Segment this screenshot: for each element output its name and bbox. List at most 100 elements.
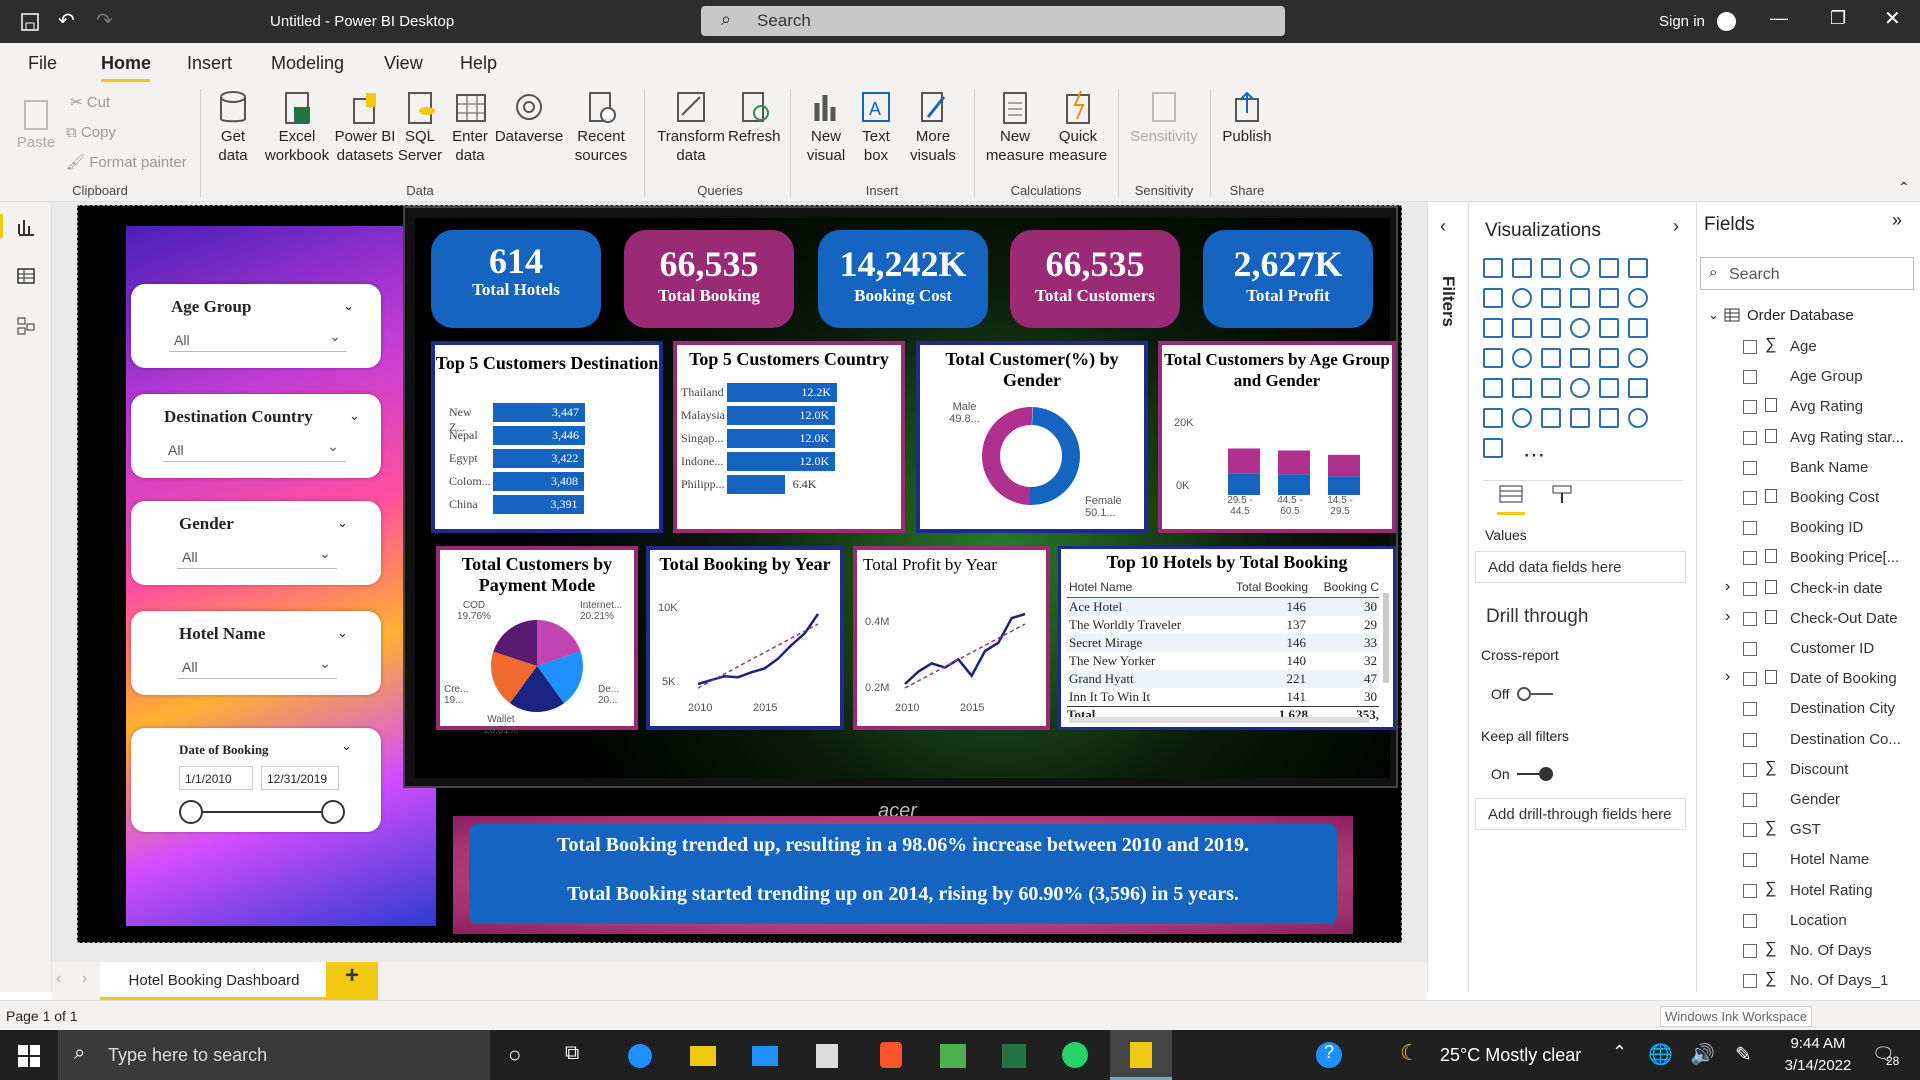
chevron-right-icon[interactable]: › [1725, 668, 1730, 686]
field-item[interactable]: Date of Booking [1790, 670, 1897, 687]
menu-modeling[interactable]: Modeling [271, 53, 344, 74]
field-item[interactable]: Age [1790, 338, 1817, 355]
hotel-name-dropdown[interactable]: All ⌄ [177, 655, 337, 679]
pie-icon[interactable] [1570, 318, 1590, 338]
field-checkbox[interactable] [1743, 853, 1757, 868]
field-checkbox[interactable] [1743, 400, 1757, 415]
page-tab-hotel-booking[interactable]: Hotel Booking Dashboard [100, 962, 328, 1000]
fields-search-input[interactable]: ⌕ Search [1700, 257, 1914, 290]
chart-top5-destination[interactable]: Top 5 Customers Destination New Z... 3,44… [431, 341, 663, 533]
app-icon[interactable] [940, 1044, 966, 1068]
date-of-booking-slicer[interactable]: Date of Booking ⌄ 1/1/2010 12/31/2019 [131, 728, 381, 832]
chart-payment-mode[interactable]: Total Customers by Payment Mode COD 19.7… [436, 546, 638, 736]
bar-segment[interactable] [1328, 454, 1360, 477]
chevron-right-icon[interactable]: › [1725, 608, 1730, 626]
field-item[interactable]: No. Of Days [1790, 942, 1872, 959]
field-checkbox[interactable] [1743, 732, 1757, 747]
field-checkbox[interactable] [1743, 913, 1757, 928]
paginated-icon[interactable] [1570, 408, 1590, 428]
column-header[interactable]: Total Booking [1216, 577, 1308, 598]
destination-country-slicer[interactable]: Destination Country ⌄ All ⌄ [131, 394, 381, 478]
get-data-button[interactable]: Get data [208, 83, 258, 165]
cross-report-toggle[interactable] [1517, 685, 1553, 703]
bar[interactable]: 12.0K [727, 452, 836, 471]
taskbar-search-box[interactable]: ⌕ Type here to search [58, 1030, 490, 1080]
field-item[interactable]: Gender [1790, 791, 1840, 808]
end-date-input[interactable]: 12/31/2019 [261, 766, 339, 790]
python-visual-icon[interactable] [1599, 378, 1619, 398]
start-slider-handle[interactable] [179, 800, 203, 824]
menu-help[interactable]: Help [460, 53, 497, 74]
chevron-right-icon[interactable]: › [82, 970, 87, 988]
chevron-right-icon[interactable]: › [1673, 216, 1679, 237]
field-item[interactable]: Hotel Name [1790, 851, 1869, 868]
field-item[interactable]: Booking Cost [1790, 489, 1879, 506]
menu-view[interactable]: View [384, 53, 423, 74]
format-paint-icon[interactable] [1549, 480, 1577, 508]
vertical-scrollbar[interactable] [1383, 593, 1389, 683]
age-group-slicer[interactable]: Age Group ⌄ All ⌄ [131, 284, 381, 368]
chart-age-group-gender[interactable]: Total Customers by Age Group and Gender … [1158, 341, 1396, 533]
bar[interactable]: 3,446 [493, 426, 585, 445]
quick-measure-button[interactable]: Quick measure [1046, 83, 1110, 165]
collapse-ribbon-icon[interactable]: ⌃ [1898, 179, 1910, 196]
field-item[interactable]: Booking Price[... [1790, 549, 1899, 566]
more-options-icon[interactable]: ⋯ [1523, 442, 1545, 468]
report-page[interactable]: Age Group ⌄ All ⌄ Destination Country ⌄ A… [77, 205, 1402, 943]
close-icon[interactable]: ✕ [1884, 6, 1901, 31]
field-item[interactable]: Check-in date [1790, 580, 1883, 597]
stacked-column-icon[interactable] [1512, 258, 1532, 278]
cut-button[interactable]: ✂ Cut [70, 93, 110, 112]
map-icon[interactable] [1483, 348, 1503, 368]
menu-insert[interactable]: Insert [187, 53, 232, 74]
column-header[interactable]: Hotel Name [1067, 577, 1216, 598]
field-checkbox[interactable] [1743, 944, 1757, 958]
network-icon[interactable]: 🌐 [1648, 1042, 1673, 1067]
more-visuals-button[interactable]: More visuals [902, 83, 964, 165]
narrative-icon[interactable] [1541, 408, 1561, 428]
slicer-icon[interactable] [1483, 378, 1503, 398]
field-item[interactable]: Customer ID [1790, 640, 1874, 657]
menu-home[interactable]: Home [101, 53, 151, 74]
field-item[interactable]: Avg Rating star... [1790, 429, 1904, 446]
refresh-button[interactable]: Refresh [728, 83, 781, 146]
store-icon[interactable] [816, 1044, 838, 1068]
chevron-left-icon[interactable]: ‹ [56, 970, 61, 988]
clock-time[interactable]: 9:44 AM [1780, 1035, 1856, 1052]
field-checkbox[interactable] [1743, 883, 1757, 898]
power-bi-taskbar-button[interactable] [1110, 1030, 1172, 1080]
field-item[interactable]: Age Group [1790, 368, 1863, 385]
dataverse-button[interactable]: Dataverse [494, 83, 564, 146]
transform-data-button[interactable]: Transform data [652, 83, 730, 165]
bar[interactable]: 3,391 [493, 495, 584, 514]
qa-icon[interactable] [1512, 408, 1532, 428]
bar-segment[interactable] [1228, 473, 1260, 495]
title-search-box[interactable]: ⌕ Search [701, 6, 1285, 36]
field-checkbox[interactable] [1743, 702, 1757, 717]
chevron-left-icon[interactable]: ‹ [1440, 216, 1446, 237]
publish-button[interactable]: Publish [1218, 83, 1276, 146]
field-item[interactable]: GST [1790, 821, 1821, 838]
chevron-down-icon[interactable]: ⌄ [337, 625, 348, 641]
100-column-icon[interactable] [1628, 258, 1648, 278]
line-icon[interactable] [1483, 288, 1503, 308]
help-icon[interactable]: ? [1316, 1042, 1342, 1068]
keep-filters-toggle[interactable] [1517, 765, 1553, 783]
table-top10-hotels[interactable]: Top 10 Hotels by Total Booking Hotel Nam… [1058, 546, 1396, 730]
bar[interactable]: 6.4K [727, 475, 816, 494]
collapse-pane-icon[interactable]: » [1892, 210, 1902, 231]
menu-file[interactable]: File [28, 53, 57, 74]
redo-icon[interactable]: ↷ [96, 8, 113, 33]
ribbon-icon[interactable] [1628, 288, 1648, 308]
hotel-name-slicer[interactable]: Hotel Name ⌄ All ⌄ [131, 611, 381, 695]
cortana-icon[interactable]: ○ [508, 1042, 521, 1068]
gauge-icon[interactable] [1541, 348, 1561, 368]
report-view-icon[interactable] [16, 216, 36, 236]
chart-booking-by-year[interactable]: Total Booking by Year 10K 5K 2010 2015 [646, 546, 844, 730]
bar-segment[interactable] [1228, 448, 1260, 474]
field-item[interactable]: Location [1790, 912, 1847, 929]
r-visual-icon[interactable] [1570, 378, 1590, 398]
minimize-icon[interactable]: — [1770, 8, 1788, 29]
paste-button[interactable]: Paste [14, 89, 58, 152]
gender-dropdown[interactable]: All ⌄ [177, 545, 337, 569]
